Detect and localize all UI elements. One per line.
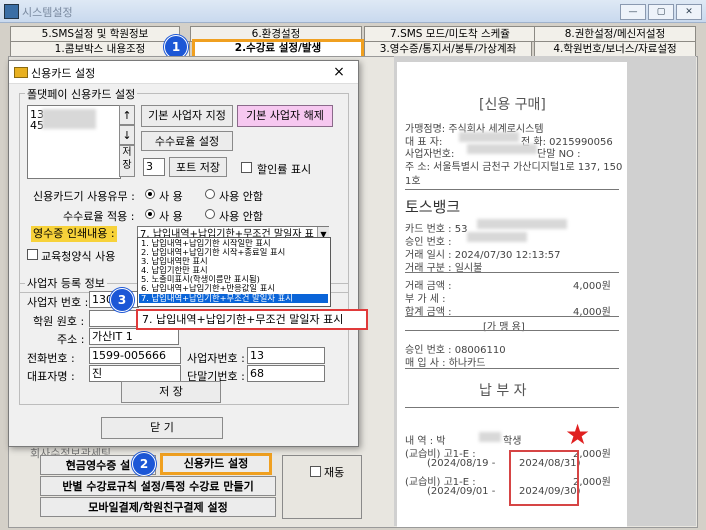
usage-no-use-radio[interactable] bbox=[205, 189, 215, 199]
selected-option-callout: 7. 납입내역+납입기한+무조건 말일자 표시 bbox=[136, 309, 368, 330]
dropdown-option[interactable]: 1. 납입내역+납입기한 시작일만 표시 bbox=[139, 239, 328, 248]
tab-permissions[interactable]: 8.권한설정/메신저설정 bbox=[534, 26, 696, 42]
redacted-block bbox=[459, 132, 519, 142]
dropdown-option-selected[interactable]: 7. 납입내역+납입기한+무조건 말일자 표시 bbox=[139, 294, 328, 303]
receipt-range-1-start: (2024/08/19 - bbox=[427, 458, 496, 469]
receipt-range-2-start: (2024/09/01 - bbox=[427, 486, 496, 497]
close-icon[interactable]: ✕ bbox=[676, 4, 702, 20]
receipt-address-2: 1호 bbox=[405, 176, 421, 187]
business-info-group-label: 사업자 등록 정보 bbox=[25, 275, 107, 291]
phone-label: 전화번호 : bbox=[27, 352, 75, 365]
dialog-close-icon[interactable]: × bbox=[325, 63, 353, 81]
receipt-divider bbox=[405, 368, 619, 369]
step-badge-2: 2 bbox=[132, 452, 156, 476]
redacted-block bbox=[42, 109, 96, 129]
dropdown-option[interactable]: 6. 납입내역+납입기한+반응값일 표시 bbox=[139, 284, 328, 293]
receipt-print-label: 영수증 인쇄내용 : bbox=[31, 226, 117, 242]
dropdown-option[interactable]: 3. 납입내역만 표시 bbox=[139, 257, 328, 266]
receipt-print-dropdown[interactable]: 1. 납입내역+납입기한 시작일만 표시 2. 납입내역+납입기한 시작+종료일… bbox=[137, 237, 331, 307]
discount-label: 할인률 표시 bbox=[257, 163, 312, 176]
ceo-label: 대표자명 : bbox=[27, 370, 75, 383]
fee-no-use-radio[interactable] bbox=[205, 209, 215, 219]
academy-no-label: 학원 원호 : bbox=[33, 315, 85, 328]
retry-label: 재동 bbox=[324, 466, 345, 479]
fee-use-label: 사 용 bbox=[159, 210, 183, 223]
port-input[interactable]: 3 bbox=[143, 158, 165, 176]
dropdown-option[interactable]: 5. 노출미표시(학생이름만 표시됨) bbox=[139, 275, 328, 284]
window-titlebar: 시스템설정 — ▢ ✕ bbox=[0, 0, 706, 23]
redacted-block bbox=[467, 232, 527, 242]
receipt-divider bbox=[405, 272, 619, 273]
dropdown-option[interactable]: 2. 납입내역+납입기한 시작+종료일 표시 bbox=[139, 248, 328, 257]
unset-default-business-button[interactable]: 기본 사업자 해제 bbox=[237, 105, 333, 127]
terminal-input[interactable]: 68 bbox=[247, 365, 325, 382]
tab-sms-mode[interactable]: 7.SMS 모드/미도착 스케쥴 bbox=[364, 26, 536, 42]
edu-form-label: 교육청양식 사용 bbox=[41, 250, 116, 263]
discount-checkbox[interactable] bbox=[241, 162, 252, 173]
receipt-divider bbox=[405, 407, 619, 408]
receipt-payer-title: 납 부 자 bbox=[479, 383, 527, 399]
receipt-title: [신용 구매] bbox=[479, 97, 546, 113]
dropdown-option[interactable]: 4. 납입기한만 표시 bbox=[139, 266, 328, 275]
highlight-box-end-dates bbox=[509, 450, 579, 506]
biz-no2-input[interactable]: 13 bbox=[247, 347, 325, 364]
fee-rate-settings-button[interactable]: 수수료율 설정 bbox=[141, 131, 233, 151]
class-tuition-rules-button[interactable]: 반별 수강료규칙 설정/특정 수강료 만들기 bbox=[40, 476, 276, 496]
address-input[interactable]: 가산IT 1 bbox=[89, 328, 179, 345]
receipt-acquirer: 매 입 사 : 하나카드 bbox=[405, 358, 486, 369]
move-up-button[interactable]: ↑ bbox=[119, 105, 135, 125]
receipt-bank: 토스뱅크 bbox=[405, 198, 461, 216]
minimize-icon[interactable]: — bbox=[620, 4, 646, 20]
usage-use-radio[interactable] bbox=[145, 189, 155, 199]
mobile-payment-button[interactable]: 모바일결제/학원친구결제 설정 bbox=[40, 497, 276, 517]
address-label: 주소 : bbox=[57, 333, 85, 346]
retry-checkbox[interactable] bbox=[310, 466, 321, 477]
redacted-block bbox=[467, 144, 537, 154]
dialog-title: 신용카드 설정 bbox=[31, 67, 96, 80]
biz-no2-label: 사업자번호 : bbox=[187, 352, 245, 365]
fee-use-radio[interactable] bbox=[145, 209, 155, 219]
tab-sms-settings[interactable]: 5.SMS설정 및 학원정보 bbox=[10, 26, 180, 42]
tab-receipts[interactable]: 3.영수증/통지서/봉투/가상계좌 bbox=[364, 41, 532, 57]
move-down-button[interactable]: ↓ bbox=[119, 125, 135, 145]
usage-no-use-label: 사용 안함 bbox=[219, 190, 263, 203]
biz-no-label: 사업자 번호 : bbox=[27, 296, 89, 309]
receipt-divider bbox=[405, 330, 619, 331]
step-badge-3: 3 bbox=[110, 288, 134, 312]
fee-apply-label: 수수료율 적용 : bbox=[63, 210, 135, 223]
card-device-list[interactable]: 13 45 bbox=[27, 105, 121, 179]
usage-use-label: 사 용 bbox=[159, 190, 183, 203]
tab-combobox[interactable]: 1.콤보박스 내용조정 bbox=[10, 41, 190, 57]
credit-card-settings-button[interactable]: 신용카드 설정 bbox=[160, 453, 272, 475]
phone-input[interactable]: 1599-005666 bbox=[89, 347, 181, 364]
tab-academy-number[interactable]: 4.학원번호/보너스/자료설정 bbox=[534, 41, 696, 57]
edu-form-checkbox[interactable] bbox=[27, 249, 38, 260]
close-button[interactable]: 닫 기 bbox=[101, 417, 223, 439]
app-icon bbox=[4, 4, 19, 19]
redacted-block bbox=[479, 432, 501, 442]
port-save-button[interactable]: 포트 저장 bbox=[169, 157, 227, 177]
receipt-address: 주 소: 서울특별시 금천구 가산디지털1로 137, 150 bbox=[405, 162, 623, 173]
save-button[interactable]: 저 장 bbox=[121, 381, 221, 403]
window-title: 시스템설정 bbox=[22, 6, 73, 19]
receipt-amount: 4,000원 bbox=[573, 281, 611, 292]
card-usage-label: 신용카드기 사용유무 : bbox=[33, 190, 135, 203]
academy-no-input[interactable] bbox=[89, 310, 139, 327]
redacted-block bbox=[477, 219, 567, 229]
dialog-titlebar: 신용카드 설정 × bbox=[9, 61, 358, 84]
maximize-icon[interactable]: ▢ bbox=[648, 4, 674, 20]
list-save-button[interactable]: 저장 bbox=[119, 145, 135, 177]
card-settings-group-label: 폴댓페이 신용카드 설정 bbox=[25, 86, 138, 102]
receipt-student: 학생 bbox=[503, 436, 522, 447]
set-default-business-button[interactable]: 기본 사업자 지정 bbox=[141, 105, 233, 127]
receipt-divider bbox=[405, 189, 619, 190]
side-panel bbox=[282, 455, 362, 519]
credit-card-icon bbox=[14, 67, 28, 78]
fee-no-use-label: 사용 안함 bbox=[219, 210, 263, 223]
receipt-divider bbox=[405, 316, 619, 317]
receipt-preview: [신용 구매] 가맹점명: 주식회사 세계로시스템 대 표 자: 전 화: 02… bbox=[397, 62, 627, 527]
ceo-input[interactable]: 진 bbox=[89, 365, 181, 382]
